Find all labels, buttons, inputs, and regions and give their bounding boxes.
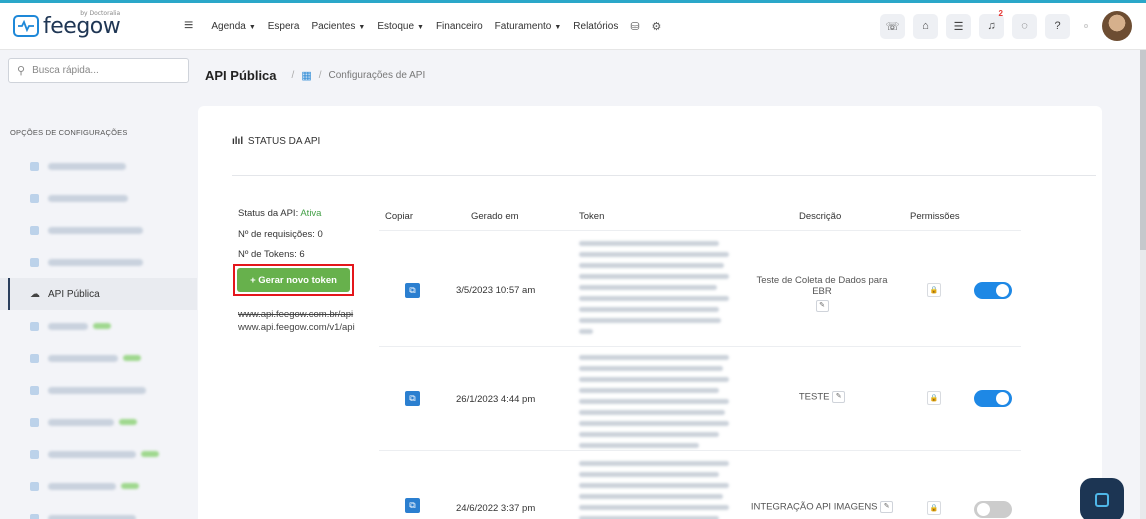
requests-line: Nº de requisições: 0 bbox=[238, 228, 323, 240]
sidebar-item[interactable] bbox=[0, 310, 197, 342]
token-value[interactable] bbox=[579, 461, 729, 519]
search-input[interactable]: ⚲ Busca rápida... bbox=[8, 58, 189, 83]
sidebar-item[interactable] bbox=[0, 470, 197, 502]
api-status-value: Ativa bbox=[300, 208, 322, 219]
breadcrumb: API Pública / ▦ / Configurações de API bbox=[205, 68, 426, 83]
nav-pacientes[interactable]: Pacientes ▼ bbox=[311, 21, 365, 32]
token-value[interactable] bbox=[579, 355, 729, 454]
edit-icon[interactable]: ✎ bbox=[832, 391, 846, 403]
breadcrumb-current: Configurações de API bbox=[328, 70, 426, 81]
notification-badge: 2 bbox=[998, 8, 1003, 18]
sidebar: ⚲ Busca rápida... OPÇÕES DE CONFIGURAÇÕE… bbox=[0, 50, 197, 519]
edit-icon[interactable]: ✎ bbox=[880, 501, 894, 513]
sidebar-item-label: API Pública bbox=[48, 288, 100, 300]
header-generated: Gerado em bbox=[471, 211, 519, 222]
token-description: TESTE ✎ bbox=[747, 391, 897, 403]
chat-icon[interactable]: ◌ bbox=[1012, 13, 1037, 39]
status-dot bbox=[1084, 24, 1088, 28]
api-info: Status da API: Ativa Nº de requisições: … bbox=[238, 204, 323, 266]
api-url-old[interactable]: www.api.feegow.com.br/api bbox=[238, 308, 355, 321]
token-value[interactable] bbox=[579, 241, 729, 340]
main-nav: Agenda ▼ Espera Pacientes ▼ Estoque ▼ Finan… bbox=[211, 20, 661, 33]
token-description: Teste de Coleta de Dados para EBR ✎ bbox=[747, 275, 897, 312]
edit-icon[interactable]: ✎ bbox=[815, 300, 829, 312]
logo-subtitle: by Doctoralia bbox=[80, 9, 121, 17]
header-permissions: Permissões bbox=[910, 211, 960, 222]
highlight-frame: + Gerar novo token bbox=[233, 264, 354, 296]
database-icon[interactable]: ⛁ bbox=[630, 20, 639, 33]
token-toggle[interactable] bbox=[974, 501, 1012, 518]
nav-financeiro[interactable]: Financeiro bbox=[436, 21, 483, 32]
token-toggle[interactable] bbox=[974, 282, 1012, 299]
sidebar-item-api-publica[interactable]: ☁ API Pública bbox=[0, 278, 197, 310]
nav-relatorios[interactable]: Relatórios bbox=[573, 21, 618, 32]
copy-icon[interactable]: ⧉ bbox=[405, 498, 420, 513]
chat-widget-button[interactable] bbox=[1080, 478, 1124, 519]
nav-agenda[interactable]: Agenda ▼ bbox=[211, 21, 255, 32]
search-icon: ⚲ bbox=[17, 65, 26, 77]
inbox-icon[interactable]: ⌂ bbox=[913, 13, 938, 39]
nav-faturamento[interactable]: Faturamento ▼ bbox=[495, 21, 562, 32]
token-date: 3/5/2023 10:57 am bbox=[456, 285, 536, 296]
sidebar-title: OPÇÕES DE CONFIGURAÇÕES bbox=[10, 128, 128, 137]
sidebar-item[interactable] bbox=[0, 406, 197, 438]
table-row: ⧉ 24/6/2022 3:37 pm INTEGRAÇÃO API IMAGE… bbox=[379, 450, 1021, 519]
search-placeholder: Busca rápida... bbox=[32, 65, 99, 76]
token-date: 24/6/2022 3:37 pm bbox=[456, 503, 536, 514]
sidebar-list: ☁ API Pública bbox=[0, 150, 197, 519]
api-url-new[interactable]: www.api.feegow.com/v1/api bbox=[238, 321, 355, 334]
top-bar: feegow by Doctoralia ≡ Agenda ▼ Espera Pa… bbox=[0, 0, 1146, 50]
header-copy: Copiar bbox=[385, 211, 413, 222]
copy-icon[interactable]: ⧉ bbox=[405, 283, 420, 298]
sidebar-item[interactable] bbox=[0, 150, 197, 182]
api-status-card: ılıl STATUS DA API Status da API: Ativa … bbox=[198, 106, 1102, 519]
sidebar-item[interactable] bbox=[0, 502, 197, 519]
lock-icon[interactable]: 🔒 bbox=[927, 391, 941, 405]
token-date: 26/1/2023 4:44 pm bbox=[456, 394, 536, 405]
bar-chart-icon: ılıl bbox=[232, 136, 244, 147]
tokens-line: Nº de Tokens: 6 bbox=[238, 249, 305, 260]
section-title: ılıl STATUS DA API bbox=[232, 136, 321, 147]
lock-icon[interactable]: 🔒 bbox=[927, 501, 941, 515]
nav-estoque[interactable]: Estoque ▼ bbox=[377, 21, 424, 32]
top-right-actions: ☏ ⌂ ☰ ♫ 2 ◌ ? bbox=[880, 9, 1132, 41]
help-icon[interactable]: ? bbox=[1045, 13, 1070, 39]
token-toggle[interactable] bbox=[974, 390, 1012, 407]
sidebar-item[interactable] bbox=[0, 214, 197, 246]
api-urls: www.api.feegow.com.br/api www.api.feegow… bbox=[238, 308, 355, 334]
phone-icon[interactable]: ☏ bbox=[880, 13, 905, 39]
chat-widget-icon bbox=[1095, 493, 1109, 507]
table-row: ⧉ 26/1/2023 4:44 pm TESTE ✎ 🔒 bbox=[379, 346, 1021, 450]
sidebar-item[interactable] bbox=[0, 342, 197, 374]
sidebar-item[interactable] bbox=[0, 438, 197, 470]
page-title: API Pública bbox=[205, 68, 277, 83]
logo[interactable]: feegow by Doctoralia bbox=[13, 9, 188, 39]
sidebar-item[interactable] bbox=[0, 182, 197, 214]
generate-token-button[interactable]: + Gerar novo token bbox=[237, 268, 350, 292]
lock-icon[interactable]: 🔒 bbox=[927, 283, 941, 297]
settings-icon[interactable]: ⚙ bbox=[652, 20, 662, 33]
menu-toggle-icon[interactable]: ≡ bbox=[184, 17, 193, 35]
api-status-line: Status da API: Ativa bbox=[238, 208, 322, 219]
table-row: ⧉ 3/5/2023 10:57 am Teste de Coleta de D… bbox=[379, 230, 1021, 346]
scrollbar[interactable] bbox=[1140, 50, 1146, 519]
header-description: Descrição bbox=[799, 211, 842, 222]
checklist-icon[interactable]: ☰ bbox=[946, 13, 971, 39]
sidebar-item[interactable] bbox=[0, 246, 197, 278]
grid-icon[interactable]: ▦ bbox=[301, 69, 311, 82]
copy-icon[interactable]: ⧉ bbox=[405, 391, 420, 406]
nav-espera[interactable]: Espera bbox=[268, 21, 300, 32]
header-token: Token bbox=[579, 211, 605, 222]
avatar[interactable] bbox=[1102, 11, 1132, 41]
logo-icon bbox=[13, 15, 39, 37]
sidebar-item[interactable] bbox=[0, 374, 197, 406]
token-description: INTEGRAÇÃO API IMAGENS ✎ bbox=[747, 501, 897, 513]
divider bbox=[232, 175, 1096, 176]
bell-icon[interactable]: ♫ 2 bbox=[979, 9, 1004, 39]
cloud-icon: ☁ bbox=[30, 288, 40, 300]
logo-text: feegow by Doctoralia bbox=[43, 9, 121, 39]
